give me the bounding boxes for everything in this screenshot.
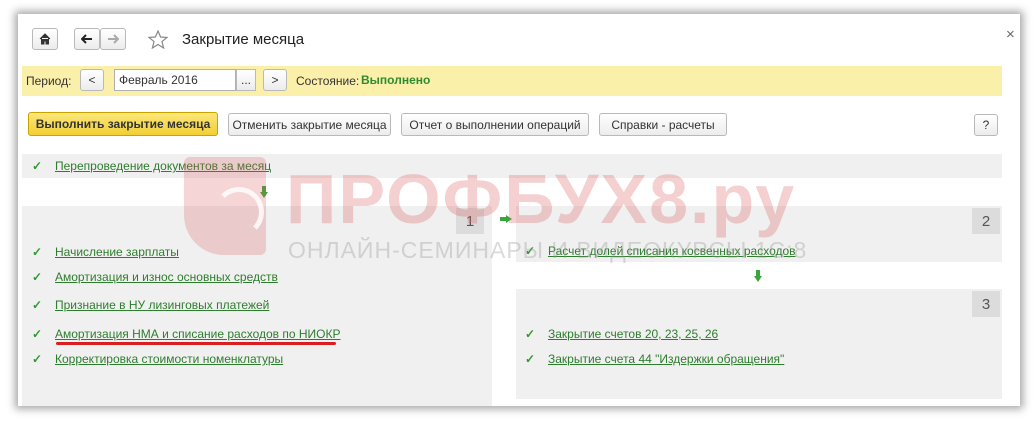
period-next-button[interactable]: > [263, 69, 287, 91]
forward-button[interactable] [100, 28, 126, 50]
arrow-left-icon [81, 34, 92, 44]
check-icon: ✓ [32, 270, 43, 284]
check-icon: ✓ [32, 327, 43, 341]
close-icon[interactable]: × [1006, 26, 1015, 43]
watermark-title: ПРОФБУХ8.ру [286, 160, 797, 238]
step2-number: 2 [972, 208, 1000, 234]
period-bar: Период: < Февраль 2016 ... > Состояние: … [22, 66, 1002, 96]
check-icon: ✓ [32, 159, 43, 173]
status-label: Состояние: [296, 74, 360, 88]
step1-item[interactable]: Признание в НУ лизинговых платежей [55, 298, 269, 312]
check-icon: ✓ [525, 352, 536, 366]
check-icon: ✓ [32, 298, 43, 312]
cancel-close-month-button[interactable]: Отменить закрытие месяца [228, 113, 391, 136]
period-label: Период: [26, 74, 72, 88]
step3-item[interactable]: Закрытие счета 44 "Издержки обращения" [548, 352, 784, 366]
period-field[interactable]: Февраль 2016 [114, 69, 236, 91]
back-button[interactable] [74, 28, 100, 50]
step1-item[interactable]: Амортизация и износ основных средств [55, 270, 278, 284]
star-icon[interactable] [148, 30, 168, 49]
check-icon: ✓ [32, 245, 43, 259]
check-icon: ✓ [32, 352, 43, 366]
step3-panel [516, 289, 1002, 399]
step3-number: 3 [972, 291, 1000, 317]
period-picker-button[interactable]: ... [236, 69, 256, 91]
step1-item[interactable]: Начисление зарплаты [55, 245, 179, 259]
close-month-window: Закрытие месяца × Период: < Февраль 2016… [18, 14, 1020, 406]
period-prev-button[interactable]: < [80, 69, 104, 91]
down-arrow-icon [754, 270, 762, 282]
home-icon [39, 33, 51, 45]
arrow-right-icon [108, 34, 119, 44]
watermark-subtitle: ОНЛАЙН-СЕМИНАРЫ И ВИДЕОКУРСЫ 1С:8 [288, 237, 808, 263]
home-button[interactable] [32, 28, 58, 50]
page-title: Закрытие месяца [182, 31, 305, 48]
operations-report-button[interactable]: Отчет о выполнении операций [401, 113, 589, 136]
status-value: Выполнено [361, 73, 431, 87]
step1-item[interactable]: Амортизация НМА и списание расходов по Н… [55, 327, 341, 341]
help-calc-button[interactable]: Справки - расчеты [599, 113, 727, 136]
watermark-logo [184, 157, 266, 255]
step1-item[interactable]: Корректировка стоимости номенклатуры [55, 352, 283, 366]
check-icon: ✓ [525, 327, 536, 341]
step3-item[interactable]: Закрытие счетов 20, 23, 25, 26 [548, 327, 718, 341]
run-close-month-button[interactable]: Выполнить закрытие месяца [28, 112, 218, 136]
highlight-underline [56, 342, 336, 345]
help-button[interactable]: ? [974, 114, 998, 136]
